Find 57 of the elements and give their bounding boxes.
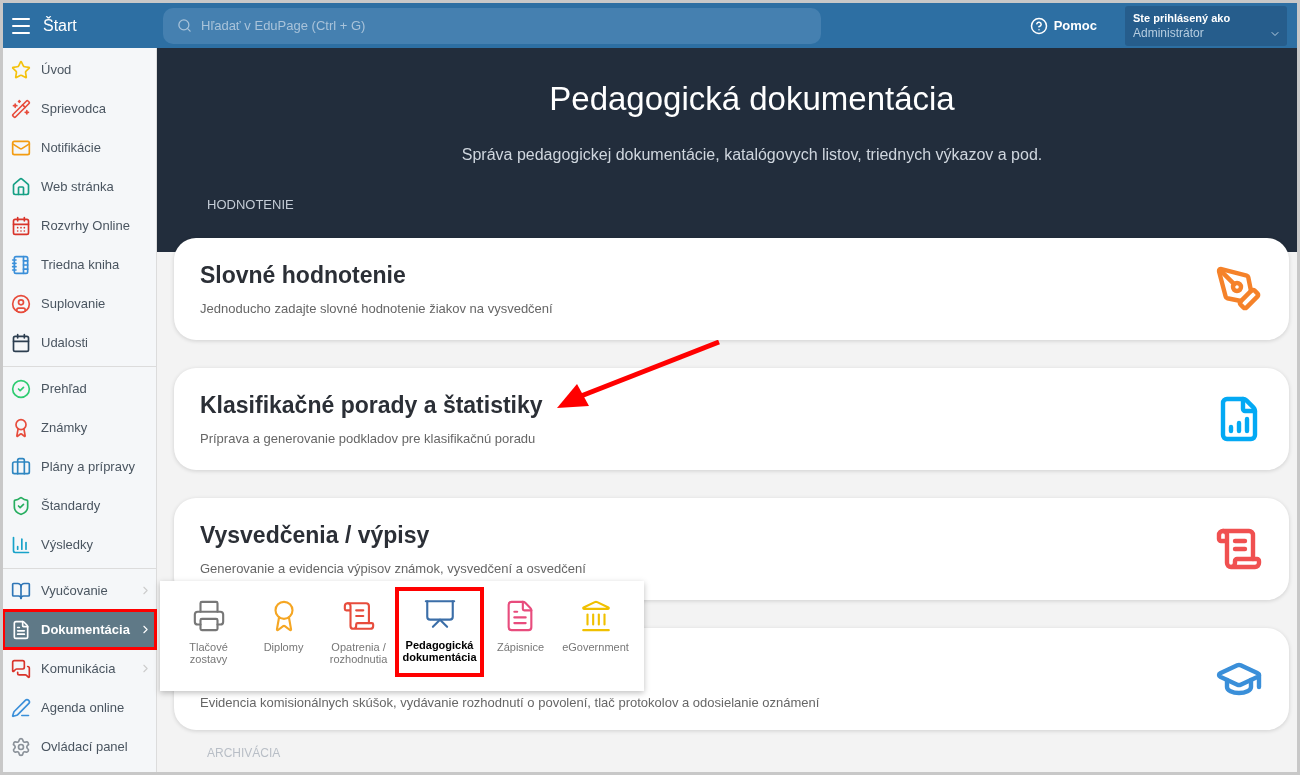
card-title: Vysvedčenia / výpisy [200, 522, 431, 549]
bar-chart-icon [11, 534, 31, 555]
sidebar-item[interactable]: Štandardy [3, 486, 156, 525]
house-icon [11, 176, 31, 197]
card-title: Klasifikačné porady a štatistiky [200, 392, 544, 419]
pen-icon [11, 697, 31, 718]
settings-icon [11, 736, 31, 757]
app-title[interactable]: Štart [43, 16, 153, 35]
module-card[interactable]: Vysvedčenia / výpisy Generovanie a evidencia výpisov známok, vysvedčení a osvedčení [174, 498, 1289, 600]
magic-wand-icon [11, 98, 31, 119]
sidebar-item[interactable]: Plány a prípravy [3, 447, 156, 486]
module-card[interactable]: Slovné hodnotenie Jednoducho zadajte slovné hodnotenie žiakov na vysvedčení [174, 238, 1289, 340]
shield-icon [11, 495, 31, 516]
search-field[interactable]: Hľadať v EduPage (Ctrl + G) [163, 7, 821, 44]
search-icon [177, 17, 192, 33]
certificate-icon [341, 599, 376, 633]
page-title: Pedagogická dokumentácia [548, 80, 956, 118]
teacher-board-icon [422, 597, 457, 631]
section-heading: HODNOTENIE [207, 197, 294, 212]
card-description: Príprava a generovanie podkladov pre klasifikačnú poradu [200, 431, 537, 446]
person-icon [11, 293, 31, 314]
sidebar-item[interactable]: Triedna kniha [3, 245, 156, 284]
printer-icon [191, 599, 226, 633]
help-link[interactable]: Pomoc [1029, 16, 1097, 35]
page-subtitle: Správa pedagogickej dokumentácie, katalógovych listov, triednych výkazov a pod. [460, 146, 1044, 164]
card-description: Jednoducho zadajte slovné hodnotenie žiakov na vysvedčení [200, 301, 554, 316]
section-heading: ARCHIVÁCIA [207, 746, 281, 760]
briefcase-icon [11, 456, 31, 477]
chat-bubbles-icon [11, 658, 31, 679]
sidebar-item[interactable]: Web stránka [3, 167, 156, 206]
star-icon [11, 59, 31, 80]
sidebar-item[interactable]: Agenda online [3, 688, 156, 727]
card-description: Generovanie a evidencia výpisov známok, vysvedčení a osvedčení [200, 561, 587, 576]
sidebar-item[interactable]: Úvod [3, 50, 156, 89]
sidebar-item[interactable]: Notifikácie [3, 128, 156, 167]
sidebar-item[interactable]: Vyučovanie [3, 571, 156, 610]
sidebar-item[interactable]: Ovládací panel [3, 727, 156, 766]
sidebar-item[interactable]: Známky [3, 408, 156, 447]
document-icon [11, 619, 31, 640]
help-icon [1029, 16, 1048, 35]
sidebar-item[interactable]: Rozvrhy Online [3, 206, 156, 245]
account-dropdown[interactable]: Ste prihlásený ako Administrátor [1125, 5, 1287, 46]
sidebar-item[interactable]: Komunikácia [3, 649, 156, 688]
calendar-grid-icon [11, 215, 31, 236]
open-book-icon [11, 580, 31, 601]
calendar-icon [11, 332, 31, 353]
sidebar-item[interactable]: Suplovanie [3, 284, 156, 323]
card-description: Evidencia komisionálnych skúšok, vydávanie rozhodnutí o povolení, tlač protokolov a odosielanie oznámení [200, 694, 821, 710]
sidebar-item[interactable]: Dokumentácia [3, 610, 156, 649]
sidebar-item[interactable]: Prehľad [3, 369, 156, 408]
module-card[interactable]: Klasifikačné porady a štatistiky Príprava a generovanie podkladov pre klasifikačnú poradu [174, 368, 1289, 470]
card-title: Slovné hodnotenie [200, 262, 407, 289]
sidebar-item[interactable]: Sprievodca [3, 89, 156, 128]
sidebar-item[interactable]: Udalosti [3, 323, 156, 362]
sidebar-item[interactable]: Výsledky [3, 525, 156, 564]
notebook-icon [11, 254, 31, 275]
check-circle-icon [11, 378, 31, 399]
